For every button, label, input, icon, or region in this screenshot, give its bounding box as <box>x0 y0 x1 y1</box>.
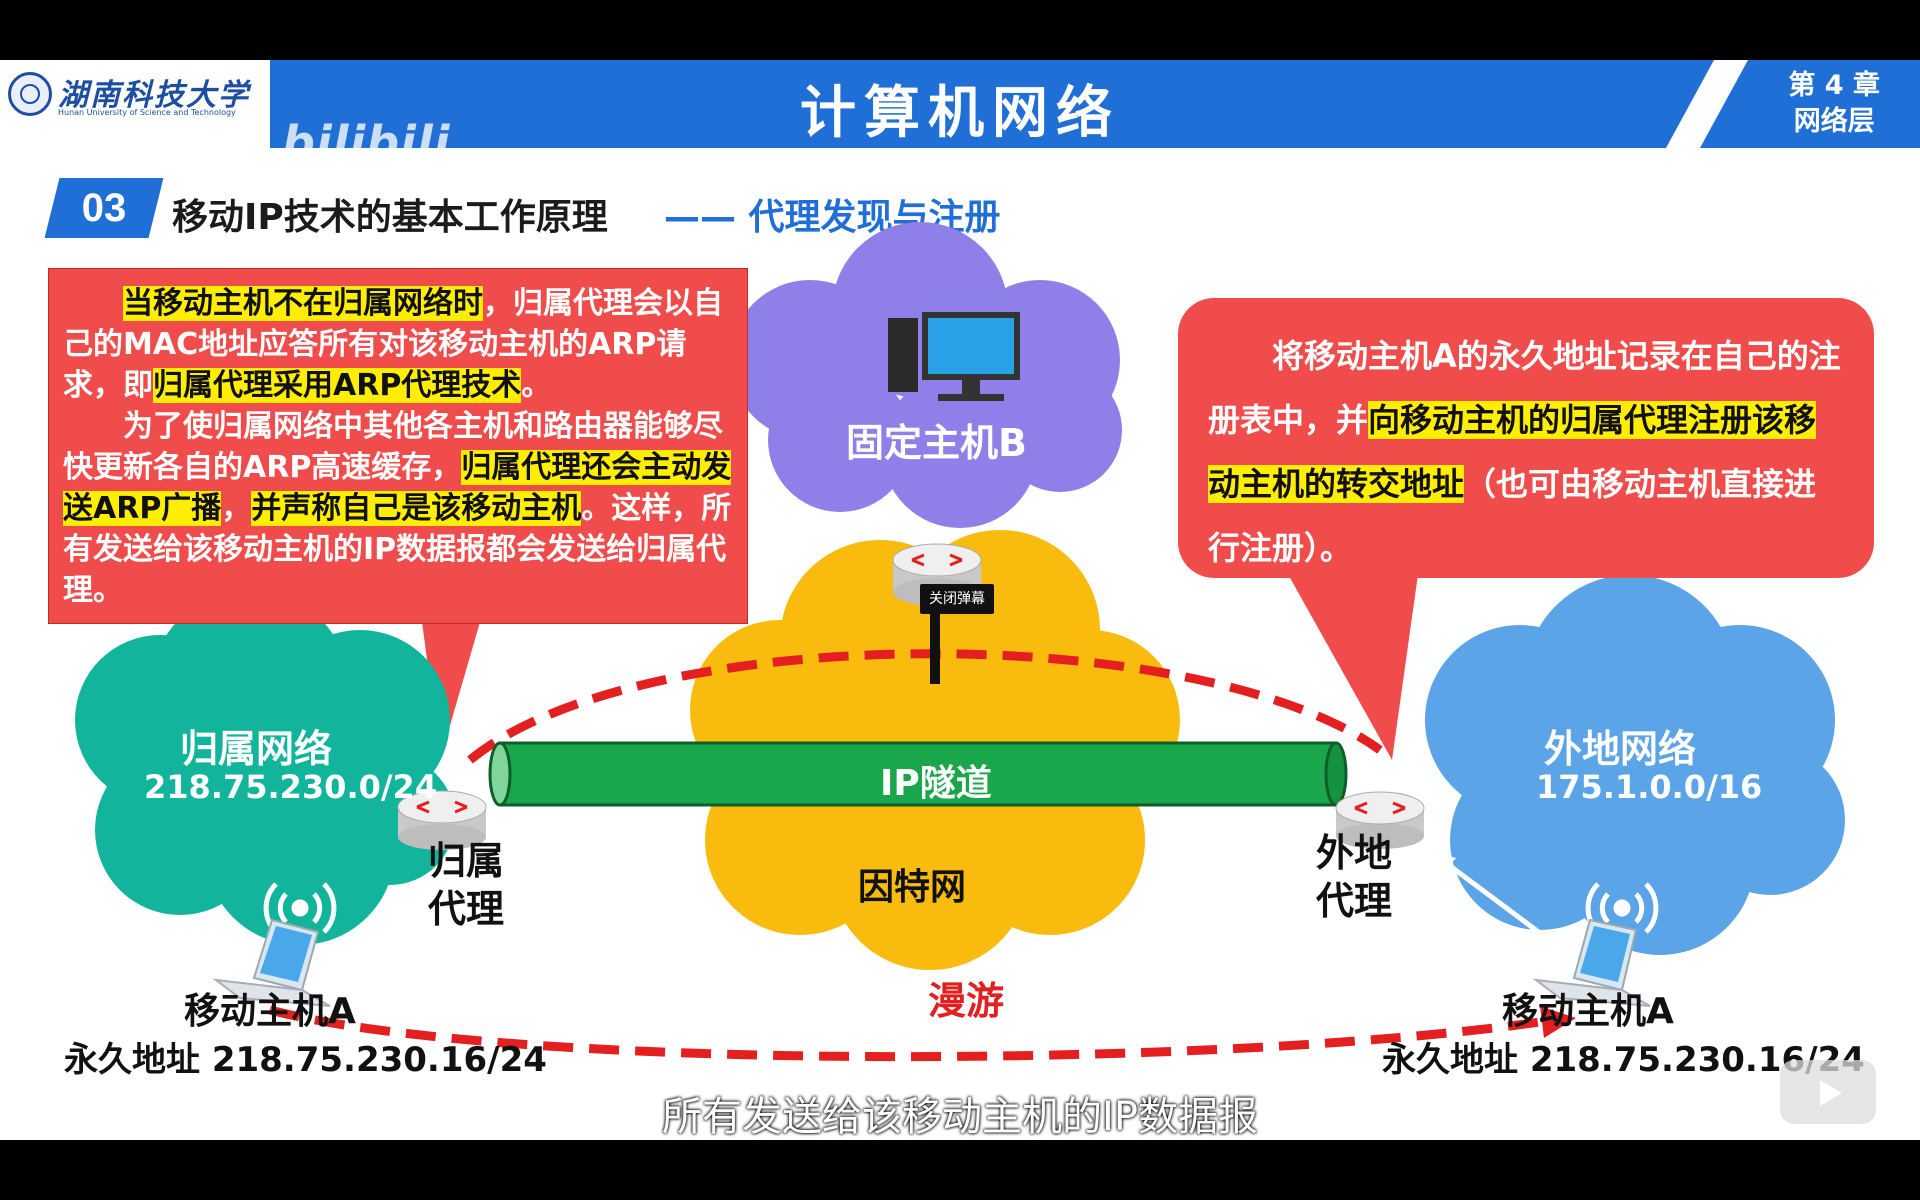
home-agent-label-line1: 归属 <box>428 839 505 883</box>
home-network-prefix: 218.75.230.0/24 <box>144 768 438 806</box>
mobile-host-left-label: 移动主机A <box>184 991 356 1032</box>
internet-label: 因特网 <box>858 867 967 908</box>
ip-tunnel-label: IP隧道 <box>880 763 992 804</box>
roaming-label: 漫游 <box>928 979 1005 1023</box>
foreign-network-prefix: 175.1.0.0/16 <box>1536 768 1763 806</box>
highlight-text: 并声称自己是该移动主机 <box>251 491 582 526</box>
home-agent-label-line2: 代理 <box>428 887 505 931</box>
video-subtitle: 所有发送给该移动主机的IP数据报 <box>662 1094 1258 1140</box>
foreign-agent-label-line1: 外地 <box>1316 831 1393 875</box>
highlight-text: 归属代理采用ARP代理技术 <box>153 368 522 403</box>
callout-paragraph: 将移动主机A的永久地址记录在自己的注册表中，并向移动主机的归属代理注册该移动主机… <box>1208 324 1844 580</box>
fixed-host-label: 固定主机B <box>846 421 1027 465</box>
callout-text: ， <box>221 491 252 526</box>
mobile-host-right-label: 移动主机A <box>1502 991 1674 1032</box>
right-callout-tail <box>1280 560 1420 760</box>
home-network-label: 归属网络 <box>180 727 333 771</box>
slide: 湖南科技大学 Hunan University of Science and T… <box>0 60 1920 1140</box>
callout-text: 。 <box>521 368 552 403</box>
foreign-agent-callout: 将移动主机A的永久地址记录在自己的注册表中，并向移动主机的归属代理注册该移动主机… <box>1178 298 1874 578</box>
callout-paragraph-2: 为了使归属网络中其他各主机和路由器能够尽快更新各自的ARP高速缓存，归属代理还会… <box>63 406 733 611</box>
callout-paragraph-1: 当移动主机不在归属网络时，归属代理会以自己的MAC地址应答所有对该移动主机的AR… <box>63 283 733 406</box>
foreign-agent-label-line2: 代理 <box>1316 879 1393 923</box>
foreign-network-label: 外地网络 <box>1544 727 1697 771</box>
highlight-text: 当移动主机不在归属网络时 <box>123 286 483 321</box>
home-agent-callout: 当移动主机不在归属网络时，归属代理会以自己的MAC地址应答所有对该移动主机的AR… <box>48 268 748 624</box>
permanent-address-left: 永久地址 218.75.230.16/24 <box>64 1040 547 1080</box>
close-danmaku-button[interactable]: 关闭弹幕 <box>920 584 994 614</box>
